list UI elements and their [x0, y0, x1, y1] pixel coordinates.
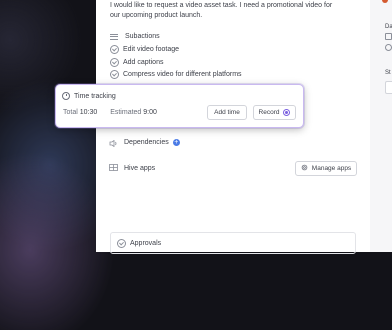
- subactions-header: Subactions: [110, 33, 160, 40]
- subaction-label: Edit video footage: [123, 46, 180, 53]
- list-icon: [110, 33, 118, 40]
- hive-apps-label: Hive apps: [124, 165, 156, 172]
- task-description: I would like to request a video asset ta…: [110, 2, 333, 19]
- time-tracking-stats: Total 10:30 Estimated 9:00: [63, 109, 157, 116]
- subactions-label: Subactions: [125, 33, 160, 40]
- apps-grid-icon: [109, 164, 118, 173]
- dependencies-icon: [109, 139, 118, 147]
- add-time-label: Add time: [214, 109, 240, 116]
- approvals-label: Approvals: [130, 240, 162, 247]
- record-icon: [283, 109, 291, 116]
- dependencies-label: Dependencies: [124, 139, 169, 146]
- sidebar-st-label: St: [385, 70, 391, 76]
- subaction-label: Add captions: [123, 59, 164, 66]
- clock-icon: [62, 92, 70, 100]
- check-circle-icon[interactable]: [110, 45, 119, 54]
- estimated-value: 9:00: [143, 109, 157, 116]
- check-circle-icon[interactable]: [110, 70, 119, 79]
- approval-check-icon: [117, 239, 126, 248]
- add-dependency-icon[interactable]: +: [172, 139, 180, 146]
- hive-apps-row: Hive apps: [109, 164, 155, 173]
- check-circle-icon[interactable]: [110, 58, 119, 67]
- total-value: 10:30: [79, 109, 98, 116]
- sidebar-da-label: Da: [385, 24, 392, 30]
- estimated-label: Estimated: [110, 109, 142, 116]
- subaction-label: Compress video for different platforms: [123, 71, 242, 78]
- time-tracking-header: Time tracking: [62, 92, 116, 100]
- subaction-item[interactable]: Compress video for different platforms: [110, 70, 242, 79]
- details-sidebar: Da St: [370, 0, 392, 252]
- record-label: Record: [258, 109, 280, 116]
- time-tracking-popover: Time tracking Total 10:30 Estimated 9:00…: [55, 84, 304, 128]
- status-select[interactable]: [385, 81, 392, 94]
- calendar-icon[interactable]: [385, 33, 392, 40]
- gear-icon: [301, 164, 308, 173]
- subaction-item[interactable]: Edit video footage: [110, 45, 179, 54]
- manage-apps-label: Manage apps: [311, 165, 352, 172]
- avatar[interactable]: [382, 0, 388, 3]
- time-tracking-title: Time tracking: [74, 92, 116, 100]
- dependencies-row[interactable]: Dependencies +: [109, 139, 180, 147]
- approvals-header: Approvals: [117, 239, 161, 248]
- record-button[interactable]: Record: [253, 105, 296, 120]
- subaction-item[interactable]: Add captions: [110, 58, 163, 67]
- clock-icon[interactable]: [385, 44, 392, 51]
- approvals-section[interactable]: Approvals: [110, 232, 356, 254]
- manage-apps-button[interactable]: Manage apps: [295, 161, 357, 176]
- total-label: Total: [63, 109, 78, 116]
- add-time-button[interactable]: Add time: [207, 105, 247, 120]
